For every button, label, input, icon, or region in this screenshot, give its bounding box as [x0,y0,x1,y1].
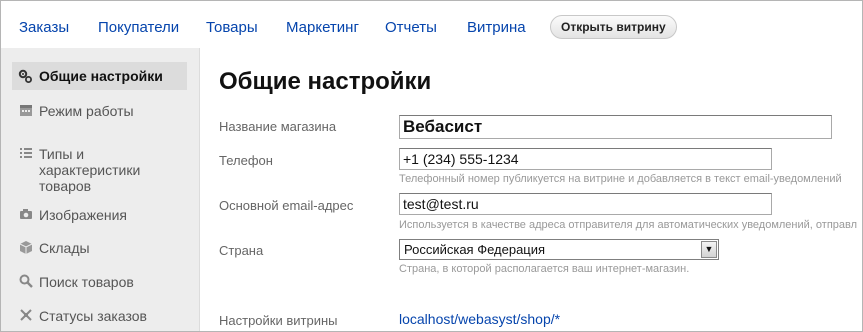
nav-customers[interactable]: Покупатели [98,19,179,36]
phone-label: Телефон [219,153,273,168]
app-window: Заказы Покупатели Товары Маркетинг Отчет… [0,0,863,332]
dropdown-arrow-icon[interactable]: ▼ [701,241,717,258]
country-hint: Страна, в которой располагается ваш инте… [399,263,690,275]
nav-reports[interactable]: Отчеты [385,19,437,36]
sidebar-item-general-settings[interactable]: Общие настройки [12,62,187,90]
nav-marketing[interactable]: Маркетинг [286,19,359,36]
sidebar-item-label: Общие настройки [39,68,163,84]
sidebar-item-label: Статусы заказов [39,308,147,324]
open-storefront-button[interactable]: Открыть витрину [550,15,677,39]
storefront-link[interactable]: localhost/webasyst/shop/* [399,311,560,327]
country-label: Страна [219,243,264,258]
storefront-settings-label: Настройки витрины [219,313,338,328]
gears-icon [18,69,33,84]
sidebar-item-label: Типы и характеристики товаров [39,146,141,194]
country-select-value: Российская Федерация [404,242,546,257]
nav-orders[interactable]: Заказы [19,19,69,36]
workflow-icon [18,308,33,323]
store-name-label: Название магазина [219,119,337,134]
country-select[interactable]: Российская Федерация ▼ [399,239,719,260]
boxes-icon [18,240,33,255]
sidebar-item-label: Склады [39,240,90,256]
top-navigation: Заказы Покупатели Товары Маркетинг Отчет… [1,1,862,48]
phone-hint: Телефонный номер публикуется на витрине … [399,173,842,185]
store-name-input[interactable] [399,115,832,139]
phone-input[interactable] [399,148,772,170]
settings-sidebar: Общие настройки Режим работы Типы и хара… [1,48,199,331]
calendar-icon [18,103,33,118]
nav-storefront[interactable]: Витрина [467,19,526,36]
settings-content: Общие настройки Название магазина Телефо… [199,48,862,331]
sidebar-item-label: Поиск товаров [39,274,134,290]
page-title: Общие настройки [219,68,432,95]
email-hint: Используется в качестве адреса отправите… [399,219,858,231]
sidebar-item-label: Режим работы [39,103,134,119]
camera-icon [18,207,33,222]
email-input[interactable] [399,193,772,215]
email-label: Основной email-адрес [219,198,354,213]
list-icon [18,146,33,161]
nav-products[interactable]: Товары [206,19,258,36]
search-icon [18,274,33,289]
sidebar-item-label: Изображения [39,207,127,223]
